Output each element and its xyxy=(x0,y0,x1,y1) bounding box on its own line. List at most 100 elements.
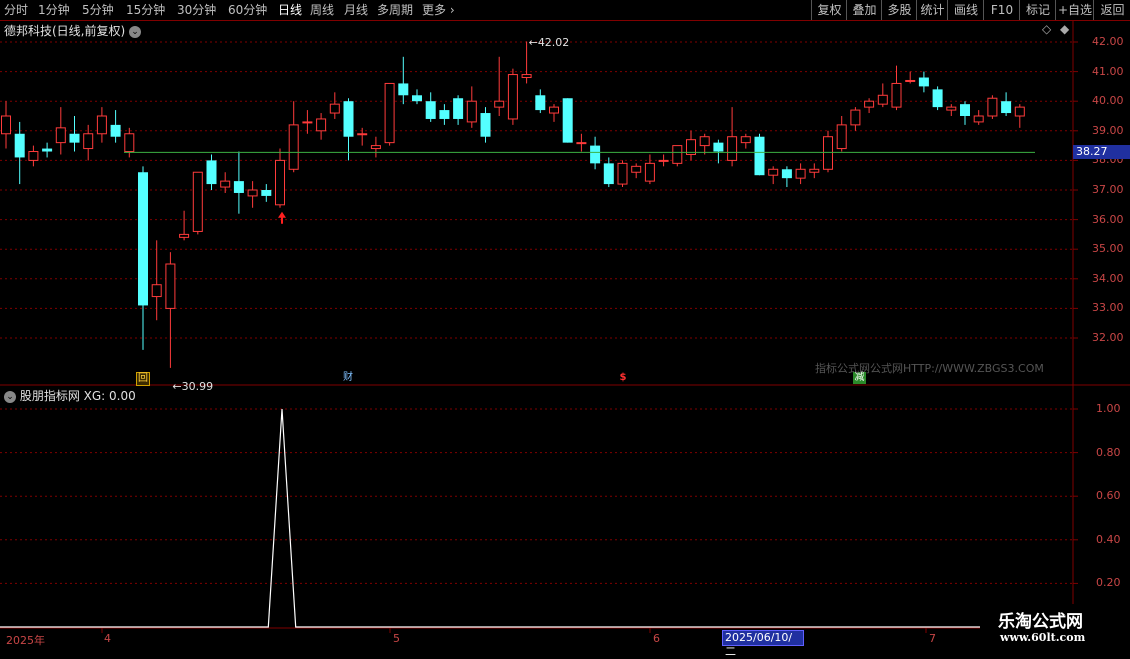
candle-body-up xyxy=(28,151,39,161)
candle-body-up xyxy=(466,100,477,123)
candle-body-down xyxy=(412,95,422,102)
candle-body-up xyxy=(165,263,176,309)
candle-body-down xyxy=(138,172,148,306)
candle-body-down xyxy=(343,101,354,137)
price-axis-label: 34.00 xyxy=(1092,271,1124,285)
price-axis-label: 35.00 xyxy=(1092,242,1124,256)
candle-body-up xyxy=(275,159,285,206)
candle-body-down xyxy=(960,104,970,116)
candle-body-up xyxy=(672,145,683,164)
indicator-axis-label: 0.20 xyxy=(1096,576,1121,590)
candle-body-up xyxy=(288,124,299,170)
event-marker-buyback[interactable]: 回 xyxy=(136,372,150,386)
indicator-layer xyxy=(0,408,1022,628)
candle-body-down xyxy=(480,113,491,137)
candle-body-up xyxy=(740,136,751,144)
price-axis-label: 33.00 xyxy=(1092,301,1124,315)
high-value: 42.02 xyxy=(537,36,570,50)
candle-body-down xyxy=(918,77,929,87)
time-label-may: 5 xyxy=(393,632,400,645)
price-axis-label: 39.00 xyxy=(1092,123,1124,137)
candle-body-up xyxy=(617,162,628,185)
cursor-date-box: 2025/06/10/二 xyxy=(722,630,804,658)
candle-layer xyxy=(1,41,1035,368)
buy-signal-arrow-icon xyxy=(278,211,286,224)
chart-canvas[interactable] xyxy=(0,0,1130,650)
candle-body-up xyxy=(83,133,94,150)
price-axis-label: 41.00 xyxy=(1092,64,1124,78)
candle-body-up xyxy=(494,100,505,108)
candle-body-up xyxy=(836,124,847,150)
event-marker-dividend[interactable]: $ xyxy=(617,372,629,384)
candle-body-up xyxy=(658,159,669,162)
candle-body-down xyxy=(603,163,614,185)
indicator-axis-label: 0.60 xyxy=(1096,489,1121,503)
candle-body-up xyxy=(1,115,11,135)
candle-body-up xyxy=(864,100,875,108)
event-marker-finance[interactable]: 财 xyxy=(341,372,355,384)
watermark-text: 指标公式网公式网HTTP://WWW.ZBGS3.COM xyxy=(815,362,1044,375)
candle-body-up xyxy=(96,115,107,135)
candle-body-up xyxy=(179,233,190,238)
xg-indicator-line xyxy=(0,408,1022,628)
candle-body-down xyxy=(261,190,272,196)
candle-body-up xyxy=(507,74,518,120)
candle-body-down xyxy=(754,136,765,176)
high-annotation: ←42.02 xyxy=(529,36,570,49)
price-axis-label: 40.00 xyxy=(1092,94,1124,108)
candle-body-down xyxy=(1001,101,1012,114)
candle-body-down xyxy=(535,95,546,111)
candle-body-up xyxy=(302,121,313,124)
candle-body-up xyxy=(329,103,340,114)
candle-body-down xyxy=(713,142,724,152)
candle-body-up xyxy=(850,109,861,126)
arrow-left-icon: ← xyxy=(172,379,182,393)
candle-body-down xyxy=(233,181,244,193)
candle-body-up xyxy=(220,180,231,188)
candle-body-down xyxy=(439,110,450,119)
arrow-left-icon: ← xyxy=(528,36,538,50)
current-price-tag: 38.27 xyxy=(1073,145,1130,160)
candle-body-down xyxy=(562,98,573,143)
price-axis-label: 42.00 xyxy=(1092,35,1124,48)
candle-body-down xyxy=(781,169,792,179)
candle-body-up xyxy=(795,168,806,179)
candle-body-up xyxy=(357,133,368,136)
candle-body-up xyxy=(521,74,532,79)
candle-body-up xyxy=(946,106,957,111)
brand-name: 乐淘公式网 xyxy=(998,612,1083,632)
candle-body-down xyxy=(42,148,53,152)
candle-body-up xyxy=(192,171,203,232)
candle-body-up xyxy=(727,136,738,161)
candle-body-up xyxy=(55,127,66,144)
time-label-april: 4 xyxy=(104,632,111,645)
candle-body-down xyxy=(932,89,943,108)
candle-body-up xyxy=(124,133,135,153)
candle-body-up xyxy=(316,118,327,132)
candle-body-down xyxy=(206,160,217,185)
candle-body-down xyxy=(453,98,464,119)
indicator-axis-label: 0.40 xyxy=(1096,532,1121,546)
candle-body-up xyxy=(877,94,888,105)
time-label-july: 7 xyxy=(929,632,936,645)
candle-body-up xyxy=(891,82,902,108)
candle-body-up xyxy=(809,168,820,173)
candle-body-up xyxy=(631,165,642,173)
candle-body-up xyxy=(549,106,559,114)
candle-body-up xyxy=(384,82,395,144)
price-axis-label: 36.00 xyxy=(1092,212,1124,226)
candle-body-up xyxy=(370,145,381,150)
candle-body-up xyxy=(1014,106,1025,117)
indicator-axis-label: 1.00 xyxy=(1096,402,1121,415)
time-label-june: 6 xyxy=(653,632,660,645)
candle-body-down xyxy=(590,145,601,164)
candle-body-up xyxy=(644,162,655,182)
time-label-year: 2025年 xyxy=(6,634,45,647)
indicator-axis-label: 0.80 xyxy=(1096,445,1121,459)
candle-body-up xyxy=(247,189,258,197)
candle-body-up xyxy=(905,79,916,82)
candle-body-down xyxy=(69,133,80,143)
candle-body-up xyxy=(151,284,162,298)
low-value: 30.99 xyxy=(181,379,214,393)
candle-body-up xyxy=(823,136,833,170)
